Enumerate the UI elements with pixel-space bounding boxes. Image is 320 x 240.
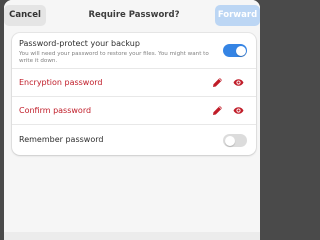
password-settings-card: Password-protect your backup You will ne…	[12, 33, 256, 155]
remember-password-switch[interactable]	[223, 134, 247, 147]
cancel-button[interactable]: Cancel	[4, 5, 46, 26]
confirm-password-label: Confirm password	[19, 106, 92, 115]
password-protect-subtitle: You will need your password to restore y…	[19, 51, 209, 64]
dialog-title: Require Password?	[88, 10, 180, 20]
encryption-password-label: Encryption password	[19, 78, 103, 87]
eye-icon[interactable]	[233, 105, 244, 116]
encryption-password-row[interactable]: Encryption password	[12, 69, 256, 97]
switch-knob	[224, 135, 235, 146]
remember-password-row: Remember password	[12, 125, 256, 155]
confirm-password-row[interactable]: Confirm password	[12, 97, 256, 125]
pencil-icon[interactable]	[212, 77, 223, 88]
remember-password-label: Remember password	[19, 135, 104, 144]
header-bar: Cancel Require Password? Forward	[4, 0, 260, 32]
forward-button[interactable]: Forward	[215, 5, 260, 26]
require-password-dialog: Cancel Require Password? Forward Passwor…	[4, 0, 260, 240]
eye-icon[interactable]	[233, 77, 244, 88]
password-protect-row: Password-protect your backup You will ne…	[12, 33, 256, 69]
switch-knob	[235, 45, 246, 56]
pencil-icon[interactable]	[212, 105, 223, 116]
bottom-strip	[4, 232, 260, 240]
password-protect-title: Password-protect your backup	[19, 39, 140, 48]
password-protect-switch[interactable]	[223, 44, 247, 57]
